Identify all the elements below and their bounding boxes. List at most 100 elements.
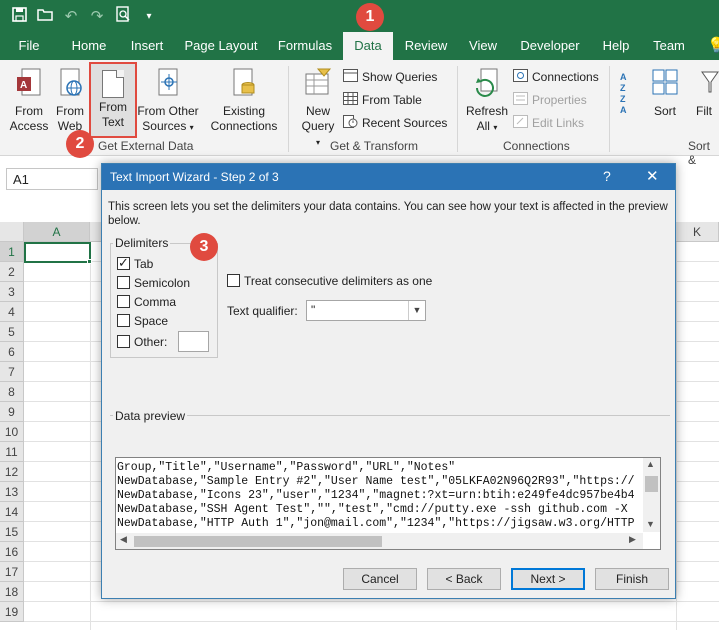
treat-consecutive-checkbox[interactable]	[227, 274, 240, 287]
tab-page-layout[interactable]: Page Layout	[182, 32, 260, 60]
save-icon[interactable]	[6, 6, 32, 26]
ribbon-separator	[609, 66, 610, 152]
row-header[interactable]: 16	[0, 542, 24, 562]
row-header[interactable]: 5	[0, 322, 24, 342]
close-button[interactable]: ✕	[646, 167, 659, 185]
funnel-icon	[700, 68, 719, 102]
new-query-label-2: Query	[301, 119, 335, 133]
help-button[interactable]: ?	[603, 168, 611, 184]
scroll-thumb[interactable]	[134, 536, 382, 547]
chevron-down-icon[interactable]: ▼	[408, 301, 425, 320]
customize-qat-icon[interactable]: ▾	[136, 11, 162, 22]
row-header[interactable]: 8	[0, 382, 24, 402]
row-header[interactable]: 9	[0, 402, 24, 422]
filter-button[interactable]: Filt	[696, 68, 719, 119]
row-header[interactable]: 12	[0, 462, 24, 482]
preview-line: NewDatabase,"Sample Entry #2","User Name…	[117, 475, 635, 488]
existing-connections-button[interactable]: Existing Connections	[206, 68, 282, 134]
row-header[interactable]: 13	[0, 482, 24, 502]
from-other-label-2: Sources	[142, 119, 187, 133]
semicolon-checkbox[interactable]	[117, 276, 130, 289]
other-checkbox[interactable]	[117, 335, 130, 348]
tab-developer[interactable]: Developer	[516, 32, 584, 60]
properties-icon	[513, 92, 528, 108]
fill-handle[interactable]	[87, 259, 92, 264]
row-header[interactable]: 2	[0, 262, 24, 282]
quick-access-toolbar: ↶ ↷ ▾	[0, 0, 162, 32]
undo-icon[interactable]: ↶	[58, 7, 84, 25]
show-queries-button[interactable]: Show Queries	[343, 69, 437, 85]
next-button[interactable]: Next >	[511, 568, 585, 590]
open-folder-icon[interactable]	[32, 7, 58, 25]
sort-label: Sort	[653, 104, 676, 118]
dialog-intro-text: This screen lets you set the delimiters …	[108, 201, 668, 227]
space-checkbox[interactable]	[117, 314, 130, 327]
tab-insert[interactable]: Insert	[124, 32, 170, 60]
row-header[interactable]: 18	[0, 582, 24, 602]
preview-horizontal-scrollbar[interactable]: ◀ ▶	[116, 533, 643, 549]
tab-help[interactable]: Help	[597, 32, 635, 60]
from-access-button[interactable]: A From Access	[8, 68, 50, 134]
tab-review[interactable]: Review	[400, 32, 452, 60]
sort-button[interactable]: Sort	[646, 68, 684, 119]
tab-team[interactable]: Team	[648, 32, 690, 60]
scroll-down-icon[interactable]: ▼	[646, 519, 655, 529]
name-box-value: A1	[13, 172, 29, 187]
scroll-thumb[interactable]	[645, 476, 658, 492]
connections-button[interactable]: Connections	[513, 69, 599, 85]
scroll-right-icon[interactable]: ▶	[629, 534, 636, 545]
row-header[interactable]: 6	[0, 342, 24, 362]
from-other-sources-button[interactable]: From Other Sources ▾	[136, 68, 200, 135]
tab-checkbox[interactable]	[117, 255, 130, 271]
space-label: Space	[134, 314, 169, 328]
row-header[interactable]: 4	[0, 302, 24, 322]
column-header-a[interactable]: A	[24, 222, 90, 242]
scroll-left-icon[interactable]: ◀	[120, 534, 127, 545]
new-query-button[interactable]: New Query ▾	[298, 68, 338, 150]
tab-home[interactable]: Home	[66, 32, 112, 60]
print-preview-icon[interactable]	[110, 6, 136, 26]
cancel-button[interactable]: Cancel	[343, 568, 417, 590]
text-qualifier-label: Text qualifier:	[227, 304, 298, 318]
finish-button[interactable]: Finish	[595, 568, 669, 590]
refresh-all-label-1: Refresh	[465, 104, 509, 118]
from-table-button[interactable]: From Table	[343, 92, 422, 108]
row-header[interactable]: 7	[0, 362, 24, 382]
scroll-up-icon[interactable]: ▲	[646, 459, 655, 469]
refresh-icon	[465, 68, 509, 102]
edit-links-button[interactable]: Edit Links	[513, 115, 584, 131]
refresh-all-label-2: All	[476, 119, 490, 133]
name-box[interactable]: A1	[6, 168, 98, 190]
tab-view[interactable]: View	[462, 32, 504, 60]
row-header[interactable]: 17	[0, 562, 24, 582]
preview-vertical-scrollbar[interactable]: ▲ ▼	[643, 458, 660, 532]
row-header[interactable]: 10	[0, 422, 24, 442]
row-header[interactable]: 3	[0, 282, 24, 302]
row-header[interactable]: 14	[0, 502, 24, 522]
select-all-corner[interactable]	[0, 222, 24, 242]
column-header-k[interactable]: K	[676, 222, 719, 242]
sort-az-icon[interactable]: AZZA	[620, 72, 642, 116]
recent-sources-button[interactable]: Recent Sources	[343, 115, 447, 131]
text-qualifier-select[interactable]: " ▼	[306, 300, 426, 321]
other-delimiter-input[interactable]	[178, 331, 209, 352]
step-badge-2: 2	[66, 130, 94, 158]
connections-icon	[513, 69, 528, 85]
from-web-button[interactable]: From Web	[52, 68, 88, 134]
row-header[interactable]: 19	[0, 602, 24, 622]
row-header[interactable]: 1	[0, 242, 24, 262]
gridline	[676, 242, 677, 630]
tab-data[interactable]: Data	[343, 32, 393, 60]
active-cell-a1[interactable]	[24, 242, 91, 263]
from-text-button[interactable]: From Text	[89, 62, 137, 138]
row-header[interactable]: 11	[0, 442, 24, 462]
refresh-all-button[interactable]: Refresh All ▾	[465, 68, 509, 135]
tab-formulas[interactable]: Formulas	[272, 32, 338, 60]
tab-file[interactable]: File	[12, 32, 46, 60]
comma-checkbox[interactable]	[117, 295, 130, 308]
redo-icon[interactable]: ↷	[84, 7, 110, 25]
row-header[interactable]: 15	[0, 522, 24, 542]
back-button[interactable]: < Back	[427, 568, 501, 590]
tell-me-icon[interactable]: 💡	[707, 36, 719, 54]
properties-button[interactable]: Properties	[513, 92, 587, 108]
